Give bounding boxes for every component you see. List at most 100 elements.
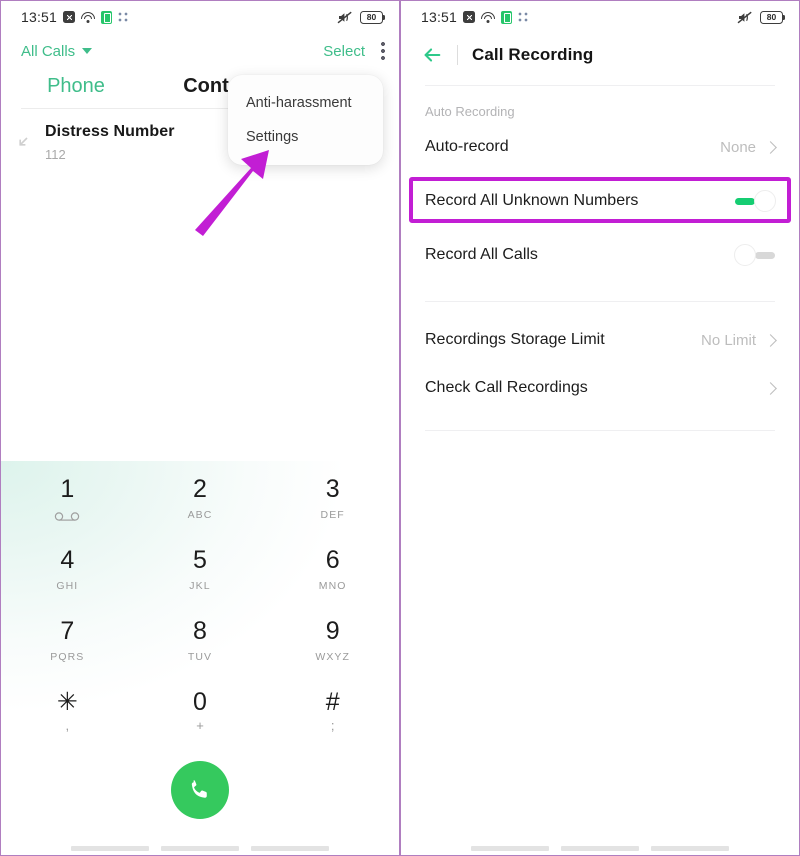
setting-label: Record All Calls [425, 246, 538, 263]
dial-key-7[interactable]: 7 PQRS [1, 603, 134, 674]
alarm-icon [463, 11, 476, 23]
dial-key-9-number: 9 [325, 617, 340, 645]
dial-key-8[interactable]: 8 TUV [134, 603, 267, 674]
nav-hint-bar [471, 846, 549, 851]
all-calls-label: All Calls [21, 42, 76, 60]
dial-key-star-sub: , [65, 718, 70, 733]
app-bar-actions: Select [323, 41, 385, 61]
call-contact-name: Distress Number [45, 123, 175, 140]
nav-hint-bar [651, 846, 729, 851]
dial-key-star[interactable]: ✳ , [1, 674, 134, 745]
dial-key-1-number: 1 [60, 475, 75, 503]
call-button[interactable] [171, 761, 229, 819]
dial-key-5[interactable]: 5 JKL [134, 532, 267, 603]
outgoing-call-icon [17, 123, 35, 153]
page-title: Call Recording [472, 45, 594, 64]
dial-key-4-letters: GHI [56, 580, 79, 592]
dial-key-hash[interactable]: # ; [266, 674, 399, 745]
nav-hint-bar [251, 846, 329, 851]
select-button[interactable]: Select [323, 43, 365, 60]
battery-level: 80 [766, 11, 777, 22]
menu-item-anti-harassment[interactable]: Anti-harassment [228, 86, 383, 120]
setting-label: Check Call Recordings [425, 379, 588, 396]
setting-control [735, 190, 776, 212]
overflow-menu-icon[interactable] [381, 41, 385, 61]
status-bar-left: 13:51 80 [1, 1, 399, 33]
dial-key-2[interactable]: 2 ABC [134, 461, 267, 532]
nav-hint-bar [161, 846, 239, 851]
chevron-down-icon [82, 48, 93, 54]
alarm-icon [63, 11, 76, 23]
bottom-divider [425, 430, 775, 431]
dial-key-0[interactable]: 0 + [134, 674, 267, 745]
nav-hint-bar [561, 846, 639, 851]
dial-key-3[interactable]: 3 DEF [266, 461, 399, 532]
dial-key-6-number: 6 [325, 546, 340, 574]
dialpad-row-2: 4 GHI 5 JKL 6 MNO [1, 532, 399, 603]
screenshot-stage: 13:51 80 All Calls Select Phone Contacts… [0, 0, 800, 856]
setting-row-auto-record[interactable]: Auto-record None [401, 123, 799, 171]
toggle-track [735, 198, 755, 205]
toggle-record-unknown-numbers[interactable] [735, 190, 776, 212]
dial-key-4-number: 4 [60, 546, 75, 574]
section-label-auto-recording: Auto Recording [425, 104, 515, 119]
nav-hint-bar [71, 846, 149, 851]
dial-key-0-number: 0 [193, 688, 207, 716]
dial-key-hash-sub: ; [330, 718, 335, 733]
call-contact-number: 112 [45, 147, 66, 162]
status-time: 13:51 [21, 9, 58, 25]
wifi-icon [481, 11, 496, 23]
call-button-wrap [1, 761, 399, 819]
toggle-knob [734, 244, 756, 266]
app-dots-icon [118, 12, 129, 22]
dial-key-5-letters: JKL [189, 580, 211, 592]
dial-key-2-letters: ABC [187, 509, 213, 521]
toggle-record-all-calls[interactable] [734, 244, 775, 266]
chevron-right-icon [764, 140, 777, 154]
back-arrow-icon[interactable] [421, 44, 443, 66]
chevron-right-icon [764, 333, 777, 347]
setting-control: No Limit [700, 331, 777, 349]
status-bar-right-group: 80 [337, 10, 386, 24]
dial-key-3-number: 3 [325, 475, 340, 503]
setting-row-storage-limit[interactable]: Recordings Storage Limit No Limit [401, 316, 799, 364]
dial-key-9-letters: WXYZ [315, 651, 351, 663]
dial-key-hash-glyph: # [325, 688, 340, 716]
sim-card-icon [501, 10, 513, 24]
nav-gesture-hint-right [401, 846, 799, 851]
dial-key-9[interactable]: 9 WXYZ [266, 603, 399, 674]
app-dots-icon [518, 12, 529, 22]
call-recording-settings-panel: 13:51 80 Call Recording Auto Recording A… [400, 0, 800, 856]
dialpad-row-3: 7 PQRS 8 TUV 9 WXYZ [1, 603, 399, 674]
dial-key-star-glyph: ✳ [56, 688, 78, 716]
phone-app-panel: 13:51 80 All Calls Select Phone Contacts… [0, 0, 400, 856]
wifi-icon [81, 11, 96, 23]
status-time: 13:51 [421, 9, 458, 25]
setting-value: No Limit [700, 331, 756, 349]
tab-phone[interactable]: Phone [1, 75, 151, 98]
setting-control [764, 381, 777, 395]
setting-row-record-unknown-numbers[interactable]: Record All Unknown Numbers [401, 177, 799, 225]
toggle-track [755, 252, 775, 259]
voicemail-icon [1, 508, 134, 526]
nav-gesture-hint-left [1, 846, 399, 851]
section-divider [425, 301, 775, 302]
setting-row-record-all-calls[interactable]: Record All Calls [401, 231, 799, 279]
setting-row-check-recordings[interactable]: Check Call Recordings [401, 364, 799, 412]
setting-control: None [720, 138, 777, 156]
dial-key-4[interactable]: 4 GHI [1, 532, 134, 603]
dial-key-3-letters: DEF [320, 509, 345, 521]
dial-key-6[interactable]: 6 MNO [266, 532, 399, 603]
toggle-knob [754, 190, 776, 212]
all-calls-filter[interactable]: All Calls [21, 42, 93, 60]
dial-key-7-number: 7 [60, 617, 75, 645]
call-log-text: Distress Number 112 [35, 123, 175, 162]
phone-icon [191, 780, 207, 798]
dial-key-2-number: 2 [193, 475, 207, 503]
battery-icon: 80 [760, 10, 786, 24]
setting-label: Auto-record [425, 138, 509, 155]
status-bar-right: 13:51 80 [401, 1, 799, 33]
dial-key-1[interactable]: 1 [1, 461, 134, 532]
battery-level: 80 [366, 11, 377, 22]
setting-value: None [720, 138, 756, 156]
